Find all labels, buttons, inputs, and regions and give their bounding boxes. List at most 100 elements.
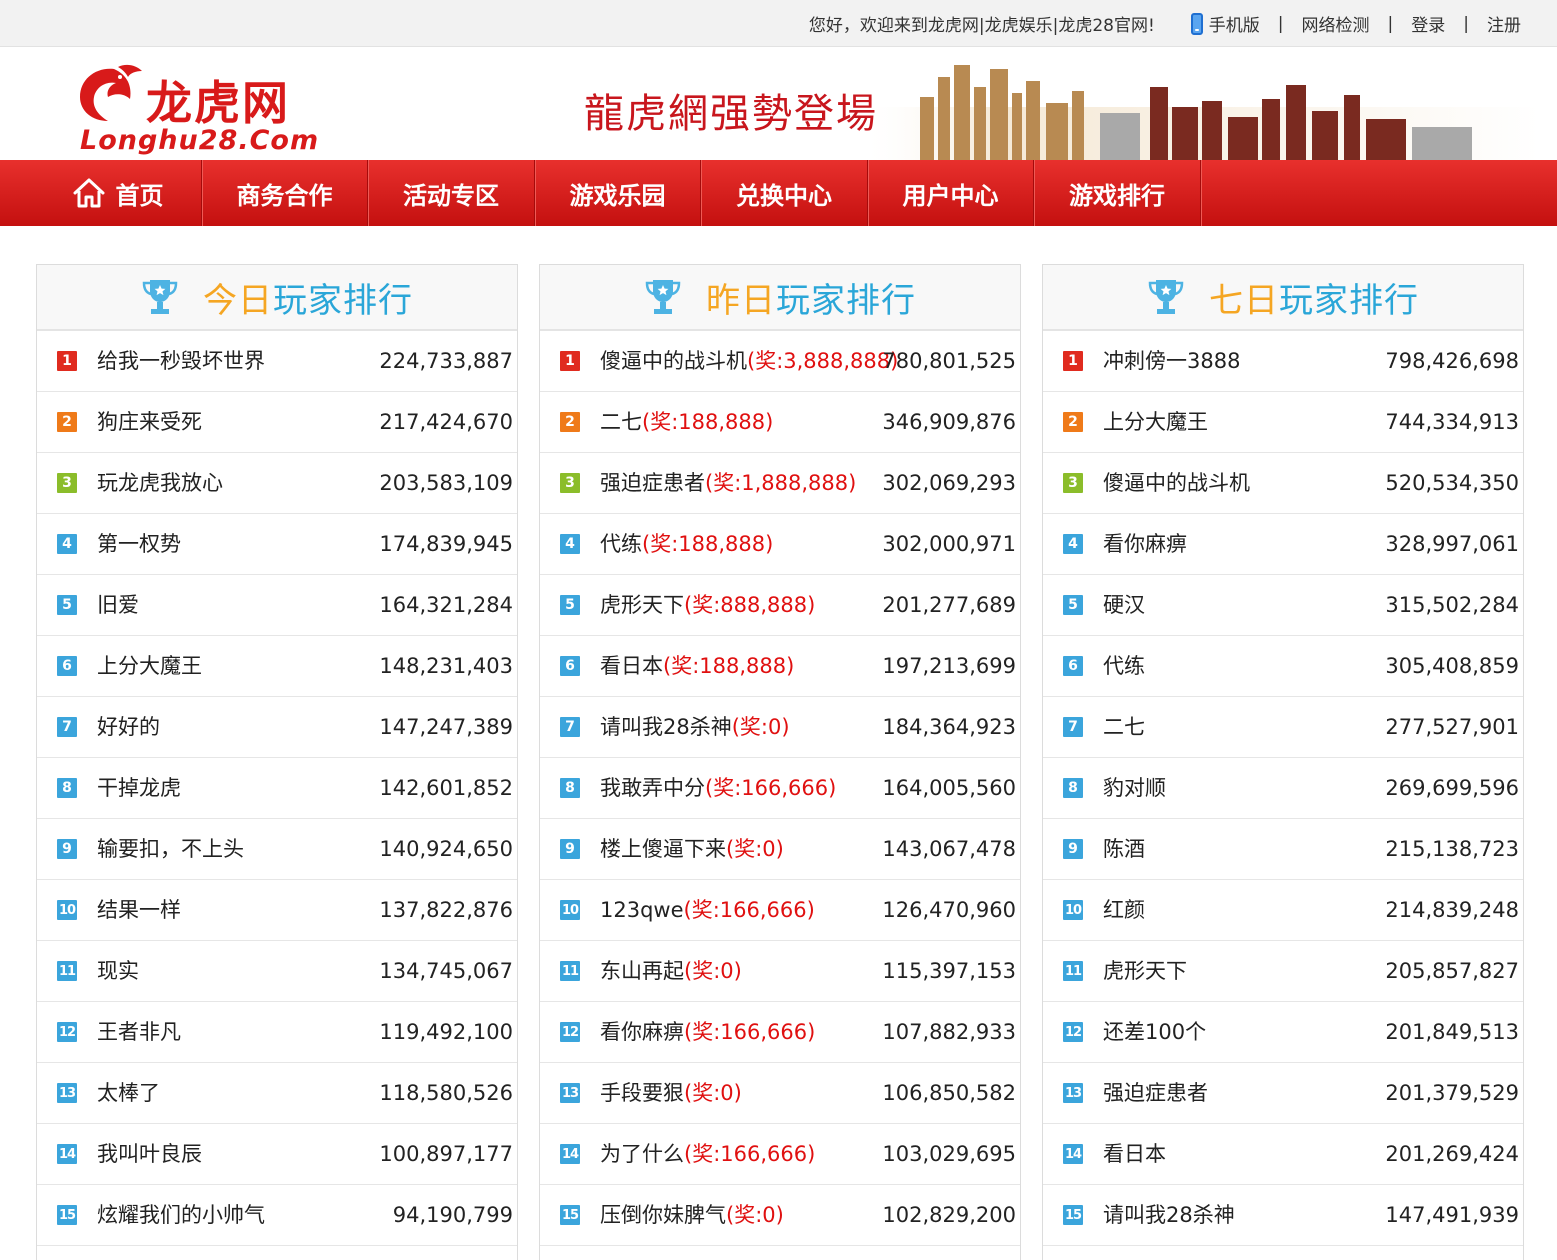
ranking-panel-yesterday: 昨日玩家排行 1 傻逼中的战斗机(奖:3,888,888) 780,801,525 2… <box>539 264 1021 1260</box>
nav-item-label: 用户中心 <box>902 181 999 210</box>
rank-badge: 12 <box>1063 1022 1083 1042</box>
player-score: 205,857,827 <box>1385 959 1519 983</box>
nav-item-label: 游戏排行 <box>1069 181 1165 210</box>
rank-badge: 15 <box>560 1205 580 1225</box>
player-score: 147,491,939 <box>1385 1203 1519 1227</box>
player-score: 215,138,723 <box>1385 837 1519 861</box>
mobile-version-link[interactable]: 手机版 <box>1209 11 1260 36</box>
player-name-cell: 123qwe(奖:166,666) <box>600 880 815 941</box>
player-name-cell: 狗庄来受死 <box>97 392 202 453</box>
nav-item-exchange[interactable]: 兑换中心 <box>701 160 868 226</box>
nav-item-events[interactable]: 活动专区 <box>368 160 535 226</box>
player-score: 164,321,284 <box>379 593 513 617</box>
rank-badge: 3 <box>560 473 580 493</box>
player-score: 137,822,876 <box>379 898 513 922</box>
player-score: 147,247,389 <box>379 715 513 739</box>
player-name-cell: 虎形天下(奖:888,888) <box>600 575 815 636</box>
rank-badge: 1 <box>57 351 77 371</box>
player-name: 上分大魔王 <box>97 654 202 678</box>
player-score: 103,029,695 <box>882 1142 1016 1166</box>
player-score: 269,699,596 <box>1385 776 1519 800</box>
mobile-phone-icon[interactable] <box>1190 12 1203 35</box>
rank-badge: 15 <box>1063 1205 1083 1225</box>
player-name: 给我一秒毁坏世界 <box>97 349 265 373</box>
player-name-cell: 旧爱 <box>97 575 139 636</box>
ranking-row: 13 手段要狠(奖:0) 106,850,582 <box>540 1063 1020 1124</box>
logo-chinese-text: 龙虎网 <box>146 76 290 130</box>
ranking-row: 8 干掉龙虎 142,601,852 <box>37 758 517 819</box>
rank-badge: 11 <box>560 961 580 981</box>
rank-badge: 9 <box>57 839 77 859</box>
register-link[interactable]: 注册 <box>1487 11 1521 36</box>
player-name: 旧爱 <box>97 593 139 617</box>
nav-item-game-ranking[interactable]: 游戏排行 <box>1034 160 1201 226</box>
player-name-cell: 上分大魔王 <box>97 636 202 697</box>
nav-item-label: 商务合作 <box>236 181 333 210</box>
nav-item-games[interactable]: 游戏乐园 <box>535 160 701 226</box>
rank-badge: 14 <box>560 1144 580 1164</box>
ranking-row: 8 我敢弄中分(奖:166,666) 164,005,560 <box>540 758 1020 819</box>
player-name: 虎形天下 <box>600 593 684 617</box>
prize-amount: (奖:1,888,888) <box>705 471 857 495</box>
ranking-row: 1 傻逼中的战斗机(奖:3,888,888) 780,801,525 <box>540 331 1020 392</box>
rank-badge: 12 <box>560 1022 580 1042</box>
logo-english-text: Longhu28.Com <box>80 125 320 156</box>
player-name: 狗庄来受死 <box>97 410 202 434</box>
player-score: 118,580,526 <box>379 1081 513 1105</box>
ranking-row: 13 强迫症患者 201,379,529 <box>1043 1063 1523 1124</box>
network-check-link[interactable]: 网络检测 <box>1302 11 1370 36</box>
separator: | <box>1277 13 1284 34</box>
nav-item-user-center[interactable]: 用户中心 <box>868 160 1034 226</box>
panel-title: 昨日玩家排行 <box>706 273 916 322</box>
ranking-row: 15 炫耀我们的小帅气 94,190,799 <box>37 1185 517 1246</box>
ranking-row: 9 输要扣，不上头 140,924,650 <box>37 819 517 880</box>
nav-item-business[interactable]: 商务合作 <box>202 160 368 226</box>
player-name-cell: 傻逼中的战斗机 <box>1103 453 1250 514</box>
rank-badge: 4 <box>560 534 580 554</box>
login-link[interactable]: 登录 <box>1411 11 1445 36</box>
player-score: 217,424,670 <box>379 410 513 434</box>
ranking-row: 2 上分大魔王 744,334,913 <box>1043 392 1523 453</box>
player-name-cell: 王者非凡 <box>97 1002 181 1063</box>
player-name-cell: 楼上傻逼下来(奖:0) <box>600 819 784 880</box>
player-name: 傻逼中的战斗机 <box>1103 471 1250 495</box>
player-name: 第一权势 <box>97 532 181 556</box>
ranking-row: 10 123qwe(奖:166,666) 126,470,960 <box>540 880 1020 941</box>
player-score: 119,492,100 <box>379 1020 513 1044</box>
player-name-cell: 看日本(奖:188,888) <box>600 636 794 697</box>
player-name: 二七 <box>1103 715 1145 739</box>
rank-badge: 6 <box>57 656 77 676</box>
player-name: 我叫叶良辰 <box>97 1142 202 1166</box>
player-score: 140,924,650 <box>379 837 513 861</box>
main-nav: 首页 商务合作 活动专区 游戏乐园 兑换中心 用户中心 游戏排行 <box>0 160 1557 226</box>
site-logo[interactable]: 龙虎网 Longhu28.Com <box>74 61 344 159</box>
player-score: 174,839,945 <box>379 532 513 556</box>
trophy-icon <box>142 280 178 314</box>
ranking-row: 9 楼上傻逼下来(奖:0) 143,067,478 <box>540 819 1020 880</box>
player-name: 看你麻痹 <box>600 1020 684 1044</box>
nav-item-home[interactable]: 首页 <box>34 160 202 226</box>
ranking-panel-today: 今日玩家排行 1 给我一秒毁坏世界 224,733,887 2 狗庄来受死 217,424… <box>36 264 518 1260</box>
ranking-row: 1 给我一秒毁坏世界 224,733,887 <box>37 331 517 392</box>
ranking-row: 10 红颜 214,839,248 <box>1043 880 1523 941</box>
player-score: 302,000,971 <box>882 532 1016 556</box>
ranking-row: 13 太棒了 118,580,526 <box>37 1063 517 1124</box>
ranking-row: 3 玩龙虎我放心 203,583,109 <box>37 453 517 514</box>
player-name-cell: 代练 <box>1103 636 1145 697</box>
rank-badge: 10 <box>1063 900 1083 920</box>
player-name-cell: 我叫叶良辰 <box>97 1124 202 1185</box>
rank-badge: 9 <box>1063 839 1083 859</box>
ranking-panel-seven-day: 七日玩家排行 1 冲刺傍一3888 798,426,698 2 上分大魔王 744,334… <box>1042 264 1524 1260</box>
player-name: 玩龙虎我放心 <box>97 471 223 495</box>
player-score: 106,850,582 <box>882 1081 1016 1105</box>
ranking-row: 6 代练 305,408,859 <box>1043 636 1523 697</box>
ranking-row: 11 东山再起(奖:0) 115,397,153 <box>540 941 1020 1002</box>
trophy-icon <box>1148 280 1184 314</box>
rank-badge: 11 <box>57 961 77 981</box>
player-name-cell: 请叫我28杀神(奖:0) <box>600 697 790 758</box>
player-score: 780,801,525 <box>882 349 1016 373</box>
player-name-cell: 强迫症患者(奖:1,888,888) <box>600 453 856 514</box>
ranking-list: 1 给我一秒毁坏世界 224,733,887 2 狗庄来受死 217,424,670 3 玩龙… <box>37 331 517 1246</box>
player-name-cell: 冲刺傍一3888 <box>1103 331 1240 392</box>
prize-amount: (奖:188,888) <box>642 532 774 556</box>
